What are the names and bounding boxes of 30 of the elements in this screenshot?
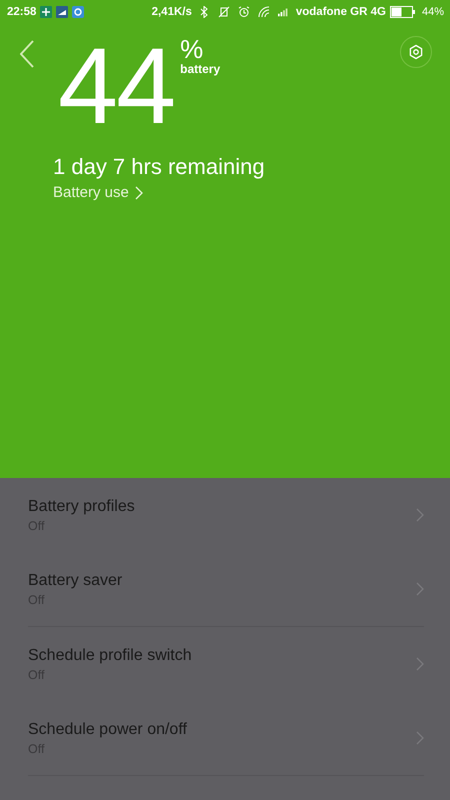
app-icon	[56, 6, 68, 18]
battery-icon	[390, 6, 416, 18]
bluetooth-icon	[198, 6, 210, 18]
chevron-icon	[416, 508, 424, 522]
item-title: Schedule profile switch	[28, 646, 193, 664]
status-time: 22:58	[7, 6, 36, 18]
chevron-icon	[134, 186, 143, 200]
alarm-icon	[238, 6, 250, 18]
battery-level-number: 44	[58, 36, 174, 136]
settings-icon	[408, 44, 424, 60]
percent-sign: %	[180, 36, 204, 62]
settings-button[interactable]	[400, 36, 432, 68]
vibrate-off-icon	[218, 6, 230, 18]
network-speed: 2,41K/s	[152, 6, 192, 18]
battery-use-link[interactable]: Battery use	[53, 184, 143, 201]
back-icon[interactable]	[20, 40, 34, 68]
battery-percent: 44%	[422, 6, 444, 18]
plus-app-icon	[40, 6, 52, 18]
item-title: Battery saver	[28, 572, 124, 590]
wifi-icon	[258, 6, 270, 18]
carrier-name: vodafone GR 4G	[296, 6, 386, 18]
chevron-icon	[416, 582, 424, 596]
chevron-icon	[416, 657, 424, 671]
remaining-time: 1 day 7 hrs remaining	[53, 154, 266, 180]
item-title: Schedule power on/off	[28, 720, 188, 738]
item-title: Battery profiles	[28, 498, 136, 516]
battery-label: battery	[180, 62, 220, 76]
chat-app-icon	[72, 6, 84, 18]
chevron-icon	[416, 731, 424, 745]
signal-icon	[278, 6, 290, 18]
